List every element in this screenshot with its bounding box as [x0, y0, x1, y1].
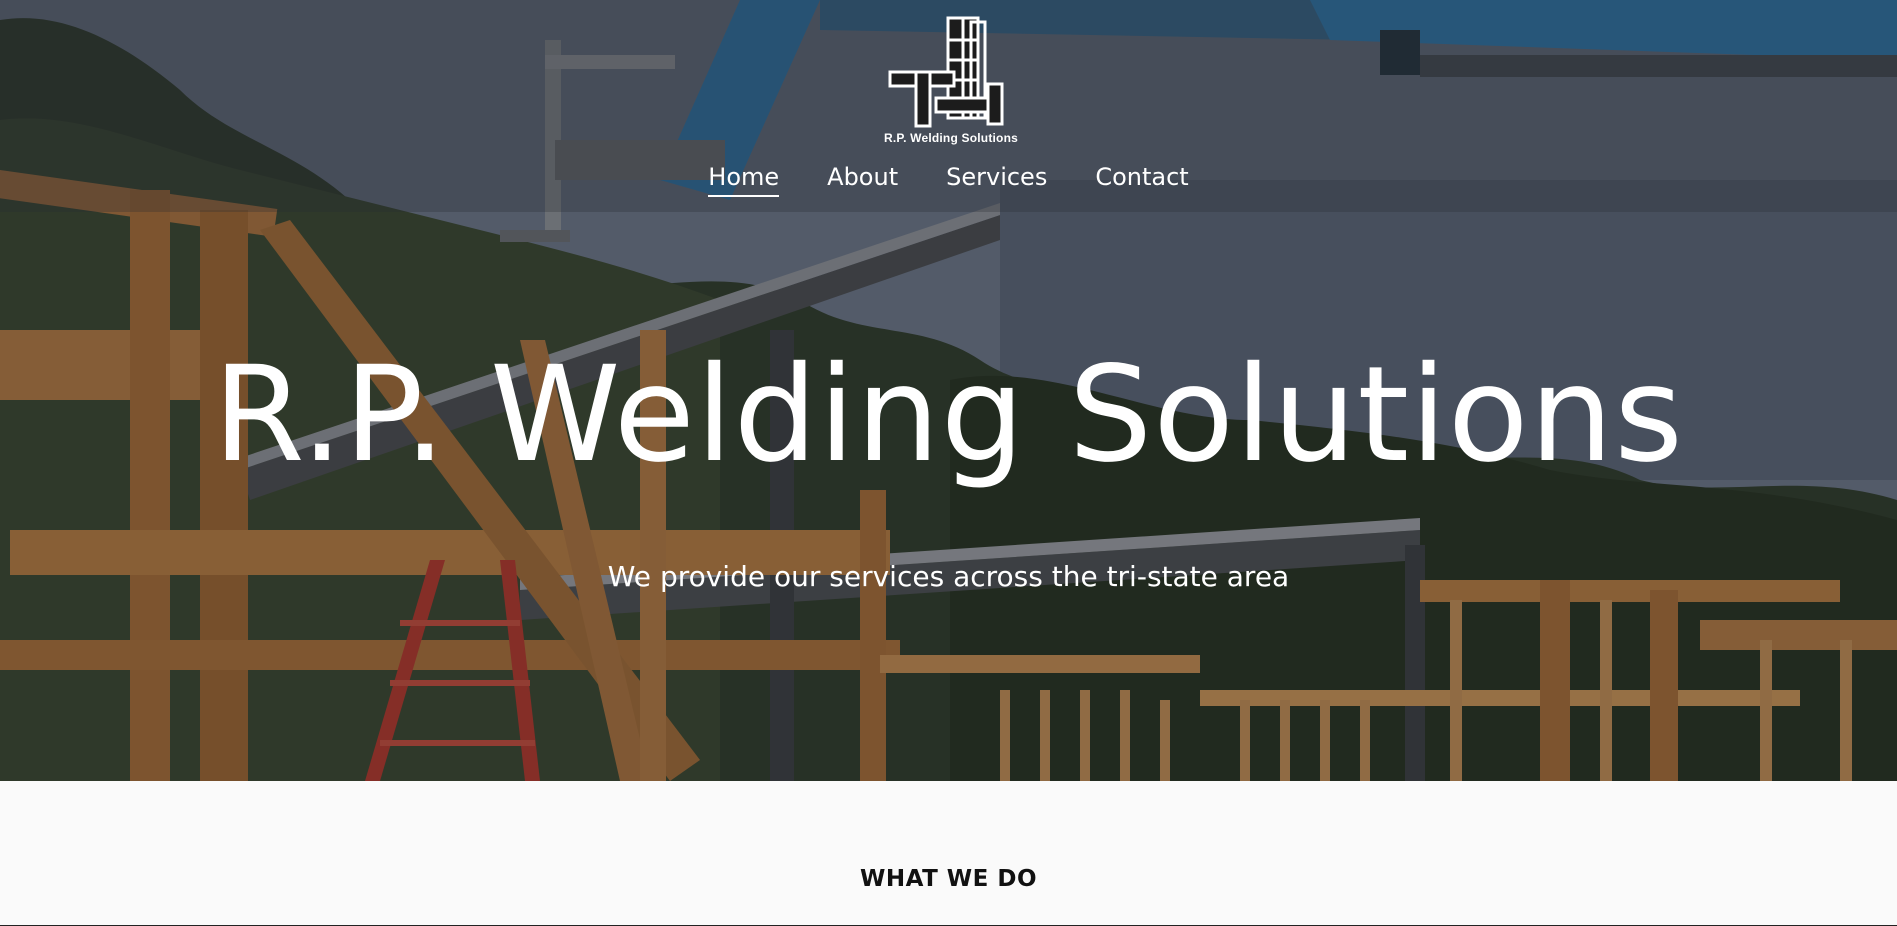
what-we-do-section: WHAT WE DO — [0, 781, 1897, 926]
nav-item-about[interactable]: About — [827, 163, 898, 197]
nav-item-contact[interactable]: Contact — [1095, 163, 1188, 197]
logo-mark-icon — [888, 16, 1004, 128]
nav-item-services[interactable]: Services — [946, 163, 1047, 197]
page: R.P. Welding Solutions Home About Servic… — [0, 0, 1897, 926]
nav-item-home[interactable]: Home — [708, 163, 780, 197]
hero-subtitle: We provide our services across the tri-s… — [607, 560, 1290, 593]
main-nav: Home About Services Contact — [0, 163, 1897, 197]
hero-section: R.P. Welding Solutions Home About Servic… — [0, 0, 1897, 781]
site-logo[interactable]: R.P. Welding Solutions — [876, 10, 1026, 150]
hero-title: R.P. Welding Solutions — [213, 338, 1684, 492]
section-heading: WHAT WE DO — [859, 866, 1038, 892]
logo-caption: R.P. Welding Solutions — [884, 131, 1018, 145]
